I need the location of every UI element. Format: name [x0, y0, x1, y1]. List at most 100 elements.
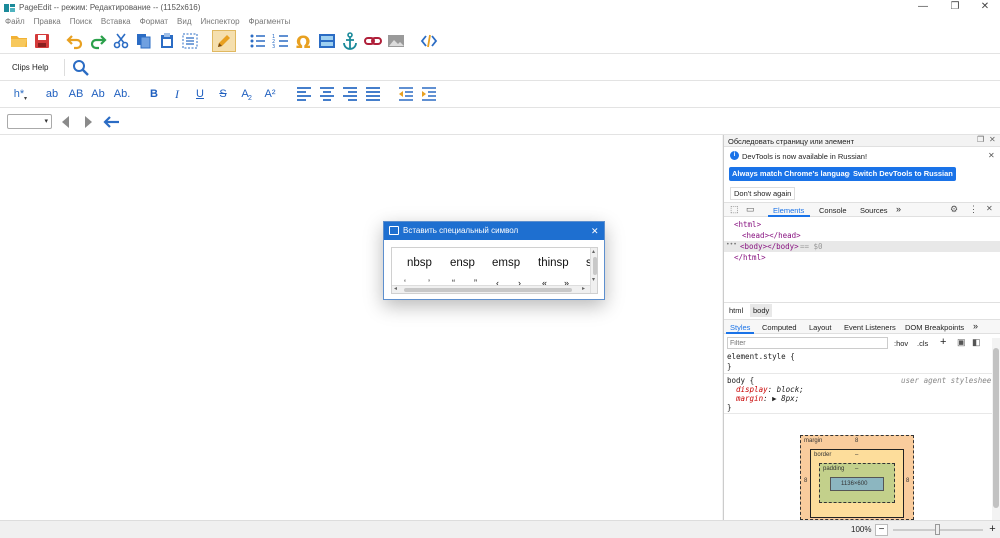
menu-file[interactable]: Файл	[5, 17, 25, 26]
align-center-icon[interactable]	[317, 84, 337, 104]
link-icon[interactable]	[363, 31, 383, 51]
dom-body-selected-row[interactable]: ••• <body></body> == $0	[724, 241, 1000, 252]
new-rule-button[interactable]: +	[940, 336, 946, 348]
zoom-slider-thumb[interactable]	[935, 524, 940, 535]
symbol-vscrollbar[interactable]: ▴ ▾	[590, 248, 597, 293]
lowercase-button[interactable]: ab	[43, 84, 61, 104]
tab-dom-breakpoints[interactable]: DOM Breakpoints	[905, 323, 964, 332]
align-right-icon[interactable]	[340, 84, 360, 104]
menu-search[interactable]: Поиск	[70, 17, 92, 26]
search-icon[interactable]	[71, 58, 91, 78]
boxmodel-margin[interactable]: margin 8 8 8 border – padding – 1136×600	[800, 435, 914, 520]
align-justify-icon[interactable]	[363, 84, 383, 104]
forward-arrow-icon[interactable]	[78, 112, 98, 132]
menu-format[interactable]: Формат	[140, 17, 168, 26]
always-match-language-button[interactable]: Always match Chrome's language	[729, 167, 857, 181]
boxmodel-content[interactable]: 1136×600	[830, 477, 884, 491]
uppercase-button[interactable]: AB	[66, 84, 86, 104]
sidebar-toggle-icon[interactable]: ◧	[972, 337, 981, 348]
sentencecase-button[interactable]: Ab.	[111, 84, 133, 104]
inspect-element-icon[interactable]: ⬚	[730, 204, 739, 215]
location-select[interactable]: ▾	[7, 114, 52, 129]
save-icon[interactable]	[32, 31, 52, 51]
zoom-out-button[interactable]: −	[875, 524, 888, 536]
back-arrow-icon[interactable]	[56, 112, 76, 132]
symbol-ensp[interactable]: ensp	[450, 257, 475, 269]
paste-icon[interactable]	[157, 31, 177, 51]
italic-button[interactable]: I	[169, 84, 185, 104]
tab-console[interactable]: Console	[819, 206, 847, 215]
tab-styles[interactable]: Styles	[730, 323, 750, 332]
tab-elements[interactable]: Elements	[773, 206, 804, 215]
indent-icon[interactable]	[419, 84, 439, 104]
device-toolbar-icon[interactable]: ▭	[746, 204, 755, 215]
symbol-hscroll-thumb[interactable]	[404, 288, 572, 292]
dom-html-open[interactable]: <html>	[734, 220, 761, 229]
symbol-hscrollbar[interactable]: ◂ ▸	[392, 285, 590, 293]
copy-icon[interactable]	[134, 31, 154, 51]
menu-insert[interactable]: Вставка	[101, 17, 131, 26]
clips-help-button[interactable]: Clips Help	[12, 63, 48, 72]
outdent-icon[interactable]	[396, 84, 416, 104]
tab-computed[interactable]: Computed	[762, 323, 797, 332]
dont-show-again-button[interactable]: Don't show again	[730, 187, 796, 200]
image-icon[interactable]	[386, 31, 406, 51]
close-icon[interactable]: ✕	[989, 135, 996, 144]
close-infobar-icon[interactable]: ✕	[988, 151, 995, 160]
scroll-left-icon[interactable]: ◂	[394, 285, 397, 292]
symbol-vscroll-thumb[interactable]	[593, 257, 597, 275]
symbol-emsp[interactable]: emsp	[492, 257, 520, 269]
class-toggle[interactable]: .cls	[917, 339, 928, 348]
zoom-in-button[interactable]: +	[986, 523, 999, 536]
titlecase-button[interactable]: Ab	[89, 84, 107, 104]
omega-special-char-icon[interactable]: Ω	[294, 31, 314, 51]
symbol-thinsp[interactable]: thinsp	[538, 257, 569, 269]
maximize-button[interactable]: ❐	[940, 0, 970, 15]
strikethrough-button[interactable]: S	[215, 84, 231, 104]
hover-state-toggle[interactable]: :hov	[894, 339, 908, 348]
boxmodel-padding[interactable]: padding – 1136×600	[819, 463, 895, 503]
open-folder-icon[interactable]	[9, 31, 29, 51]
user-agent-source[interactable]: user agent stylesheet	[901, 376, 996, 385]
more-style-tabs-icon[interactable]: »	[973, 321, 978, 331]
scroll-up-icon[interactable]: ▴	[592, 248, 595, 255]
edit-mode-pencil-icon[interactable]	[212, 30, 236, 52]
bold-button[interactable]: B	[146, 84, 162, 104]
symbol-nbsp[interactable]: nbsp	[407, 257, 432, 269]
styles-scrollbar[interactable]	[992, 338, 1000, 520]
menu-edit[interactable]: Правка	[34, 17, 61, 26]
bullet-list-icon[interactable]	[248, 31, 268, 51]
styles-filter-input[interactable]	[727, 337, 888, 349]
kebab-menu-icon[interactable]: ⋮	[969, 204, 978, 215]
dialog-close-icon[interactable]: ✕	[591, 222, 599, 240]
tab-sources[interactable]: Sources	[860, 206, 888, 215]
more-tabs-icon[interactable]: »	[896, 204, 901, 214]
menu-fragments[interactable]: Фрагменты	[249, 17, 291, 26]
editor-canvas[interactable]	[0, 135, 722, 520]
superscript-button[interactable]: A²	[261, 84, 279, 104]
switch-to-russian-button[interactable]: Switch DevTools to Russian	[850, 167, 956, 181]
boxmodel-border[interactable]: border – padding – 1136×600	[810, 449, 904, 518]
breadcrumb-body[interactable]: body	[750, 304, 773, 317]
menu-inspector[interactable]: Инспектор	[201, 17, 240, 26]
return-arrow-icon[interactable]	[102, 112, 122, 132]
minimize-button[interactable]: —	[908, 0, 938, 15]
anchor-icon[interactable]	[340, 31, 360, 51]
tab-event-listeners[interactable]: Event Listeners	[844, 323, 896, 332]
undo-icon[interactable]	[65, 31, 85, 51]
close-devtools-icon[interactable]: ✕	[986, 204, 993, 213]
code-view-icon[interactable]	[419, 31, 439, 51]
close-button[interactable]: ✕	[970, 0, 1000, 15]
select-all-icon[interactable]	[180, 31, 200, 51]
underline-button[interactable]: U	[192, 84, 208, 104]
gear-icon[interactable]: ⚙	[950, 204, 958, 215]
tab-layout[interactable]: Layout	[809, 323, 832, 332]
menu-view[interactable]: Вид	[177, 17, 191, 26]
cut-icon[interactable]	[111, 31, 131, 51]
scroll-right-icon[interactable]: ▸	[582, 285, 585, 292]
align-left-icon[interactable]	[294, 84, 314, 104]
styles-scrollbar-thumb[interactable]	[993, 348, 999, 508]
redo-icon[interactable]	[88, 31, 108, 51]
numbered-list-icon[interactable]: 123	[271, 31, 291, 51]
dom-head[interactable]: <head></head>	[742, 231, 801, 240]
